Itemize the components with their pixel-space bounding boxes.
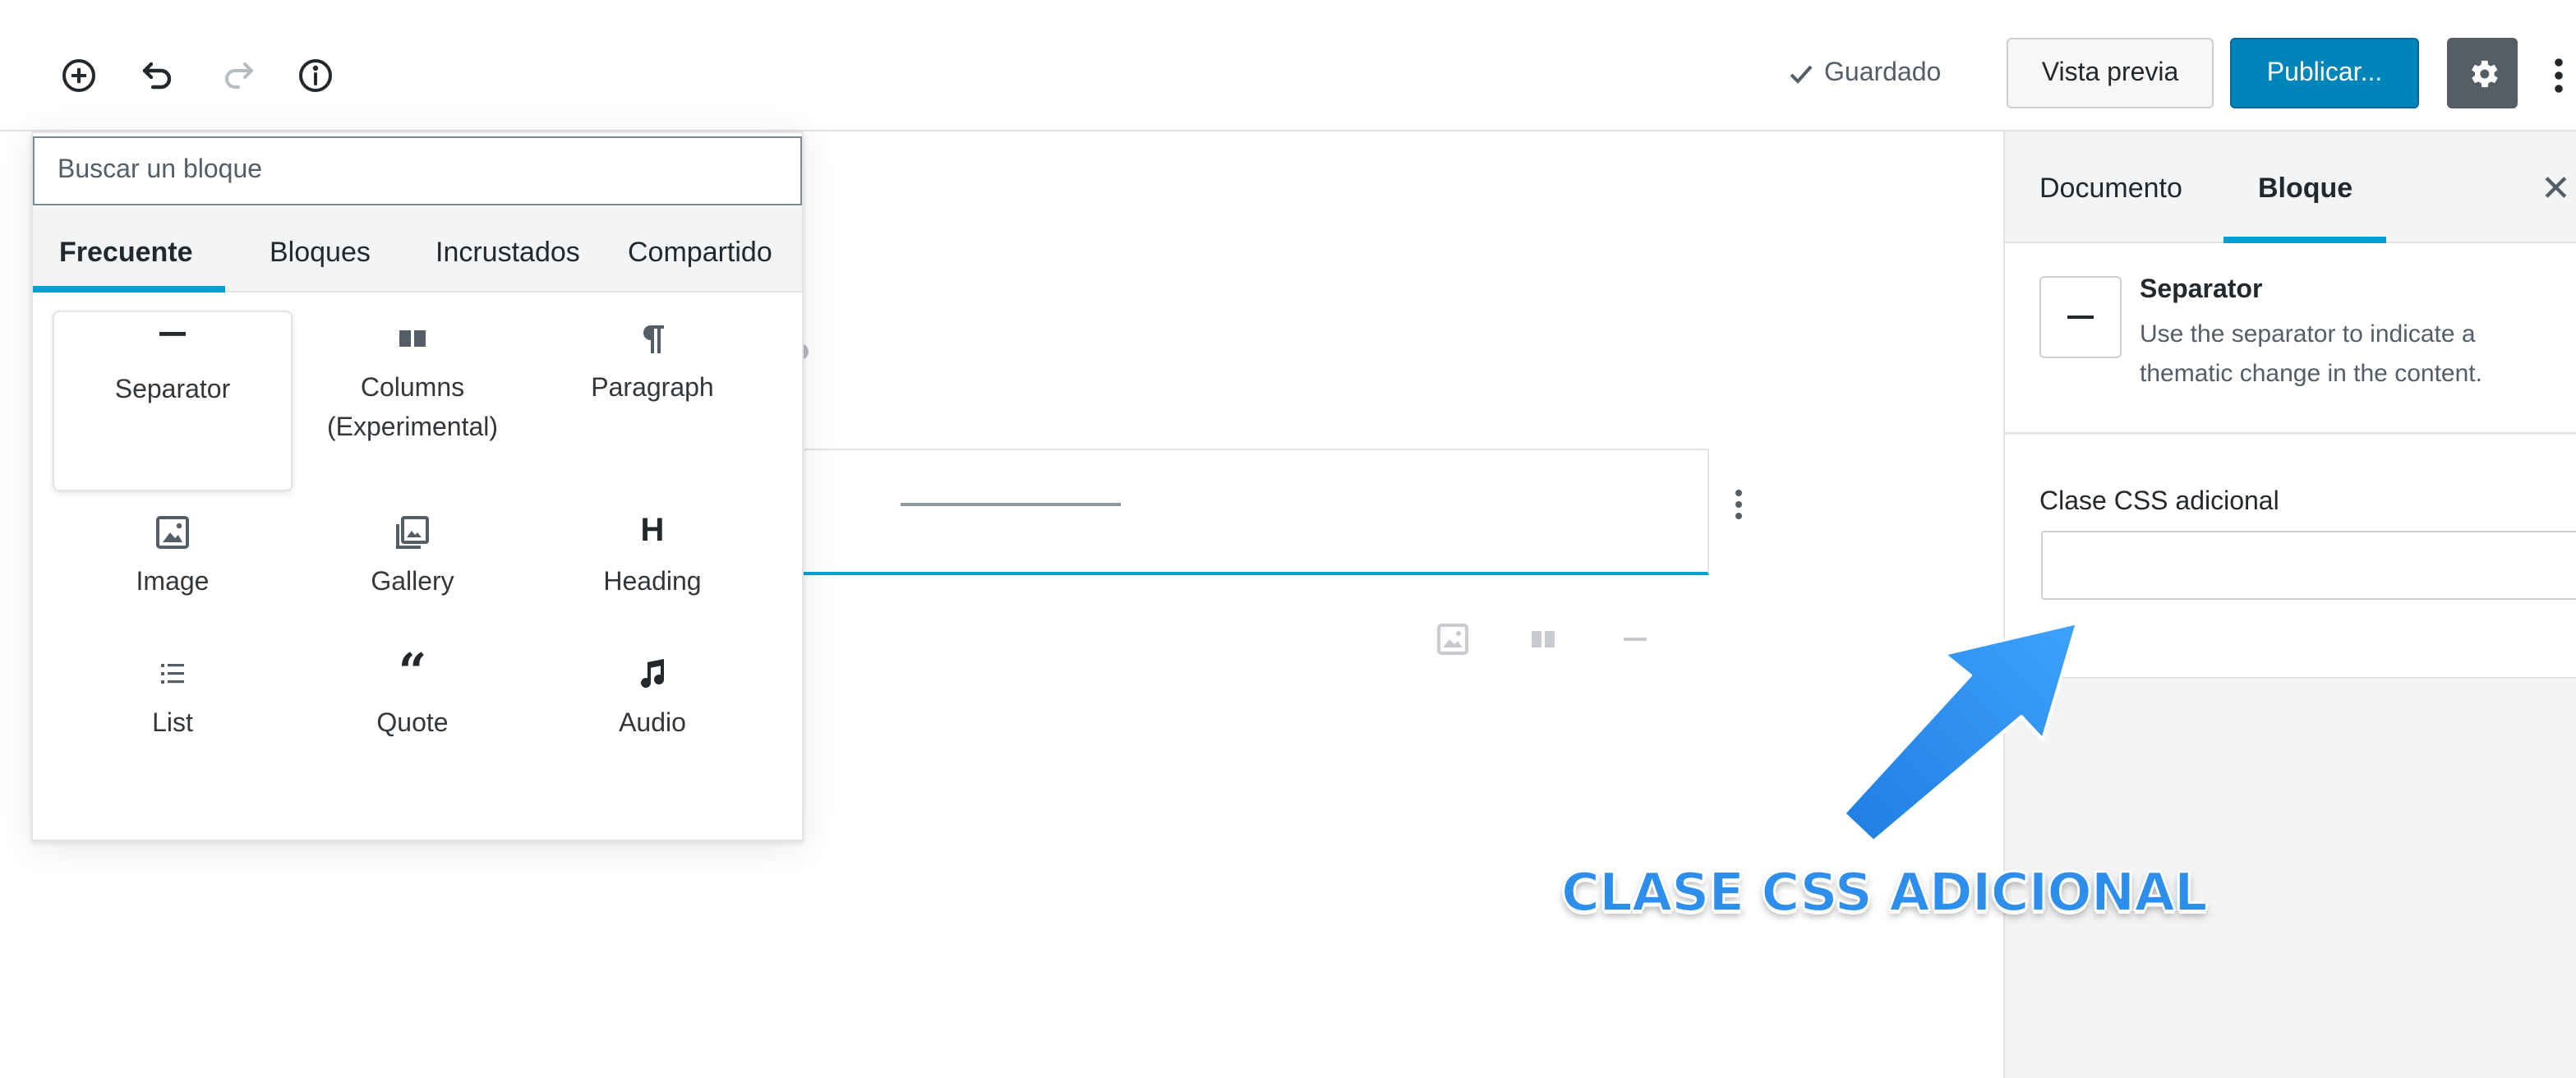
redo-icon[interactable] xyxy=(212,49,265,102)
block-search-input[interactable] xyxy=(33,136,802,205)
css-class-label: Clase CSS adicional xyxy=(2039,488,2279,516)
preview-button[interactable]: Vista previa xyxy=(2007,38,2214,108)
active-tab-indicator xyxy=(2223,237,2386,243)
undo-icon[interactable] xyxy=(131,49,184,102)
block-editor: Guardado Vista previa Publicar... Frecue… xyxy=(0,0,2576,1078)
block-item-separator[interactable]: Separator xyxy=(53,311,293,491)
paragraph-icon xyxy=(532,311,772,357)
saved-status: Guardado xyxy=(1788,59,1941,89)
inserter-tabs: Frecuente Bloques Incrustados Compartido xyxy=(33,207,802,293)
screenshot-frame: Guardado Vista previa Publicar... Frecue… xyxy=(0,0,2576,1078)
active-tab-indicator xyxy=(33,286,225,293)
block-item-quote[interactable]: “ Quote xyxy=(293,646,532,827)
block-item-label: List xyxy=(152,710,193,738)
tab-block[interactable]: Bloque xyxy=(2258,173,2353,205)
annotation-callout: CLASE CSS ADICIONAL xyxy=(1560,860,2209,924)
block-inserter: Frecuente Bloques Incrustados Compartido… xyxy=(31,131,804,841)
tab-document[interactable]: Documento xyxy=(2039,173,2182,205)
block-item-audio[interactable]: Audio xyxy=(532,646,772,827)
audio-icon xyxy=(532,646,772,692)
more-options-button[interactable] xyxy=(2541,43,2576,108)
check-icon xyxy=(1790,65,1813,84)
block-item-label: Paragraph xyxy=(591,375,714,403)
block-item-label: Quote xyxy=(376,710,449,738)
separator-icon xyxy=(2039,276,2122,358)
image-icon xyxy=(53,504,293,551)
tab-blocks[interactable]: Bloques xyxy=(270,237,371,270)
gallery-icon xyxy=(293,504,532,551)
advanced-panel: Clase CSS adicional xyxy=(2005,435,2576,679)
block-item-label: Image xyxy=(136,569,210,597)
separator-icon xyxy=(54,312,291,358)
css-class-input[interactable] xyxy=(2041,531,2576,600)
block-item-paragraph[interactable]: Paragraph xyxy=(532,311,772,491)
block-more-options[interactable] xyxy=(1729,485,1749,534)
block-item-label: Heading xyxy=(603,569,702,597)
tab-frequent[interactable]: Frecuente xyxy=(59,237,193,270)
columns-icon xyxy=(293,311,532,357)
separator-line xyxy=(901,503,1121,506)
editor-header: Guardado Vista previa Publicar... xyxy=(0,0,2576,131)
block-item-label: Separator xyxy=(114,376,231,404)
info-icon[interactable] xyxy=(289,49,342,102)
block-card-title: Separator xyxy=(2140,276,2263,304)
image-icon xyxy=(1437,624,1468,655)
settings-sidebar: Documento Bloque ✕ Separator Use the sep… xyxy=(2003,131,2576,1078)
insert-image-shortcut[interactable] xyxy=(1435,621,1471,657)
vertical-ellipsis-icon xyxy=(2555,58,2563,93)
add-block-icon[interactable] xyxy=(53,49,105,102)
columns-icon xyxy=(1532,631,1555,647)
list-icon xyxy=(53,646,293,692)
quote-icon: “ xyxy=(398,644,427,702)
block-card-description: Use the separator to indicate a thematic… xyxy=(2140,320,2482,388)
block-item-columns[interactable]: Columns (Experimental) xyxy=(293,311,532,491)
separator-block[interactable] xyxy=(789,449,1709,575)
insert-columns-shortcut[interactable] xyxy=(1525,621,1561,657)
gear-icon xyxy=(2471,59,2497,87)
settings-button[interactable] xyxy=(2447,38,2518,108)
tab-shared[interactable]: Compartido xyxy=(628,237,772,270)
block-item-list[interactable]: List xyxy=(53,646,293,827)
heading-icon: H xyxy=(640,513,665,549)
separator-icon xyxy=(1624,638,1647,641)
close-icon[interactable]: ✕ xyxy=(2541,168,2571,210)
saved-label: Guardado xyxy=(1824,59,1942,87)
block-item-label: Gallery xyxy=(371,569,454,597)
block-card: Separator Use the separator to indicate … xyxy=(2005,243,2576,434)
publish-button[interactable]: Publicar... xyxy=(2230,38,2419,108)
block-item-label: Audio xyxy=(619,710,686,738)
insert-separator-shortcut[interactable] xyxy=(1617,621,1653,657)
sidebar-header: Documento Bloque ✕ xyxy=(2005,131,2576,243)
tab-embeds[interactable]: Incrustados xyxy=(435,237,580,270)
block-item-label: Columns (Experimental) xyxy=(326,375,499,442)
